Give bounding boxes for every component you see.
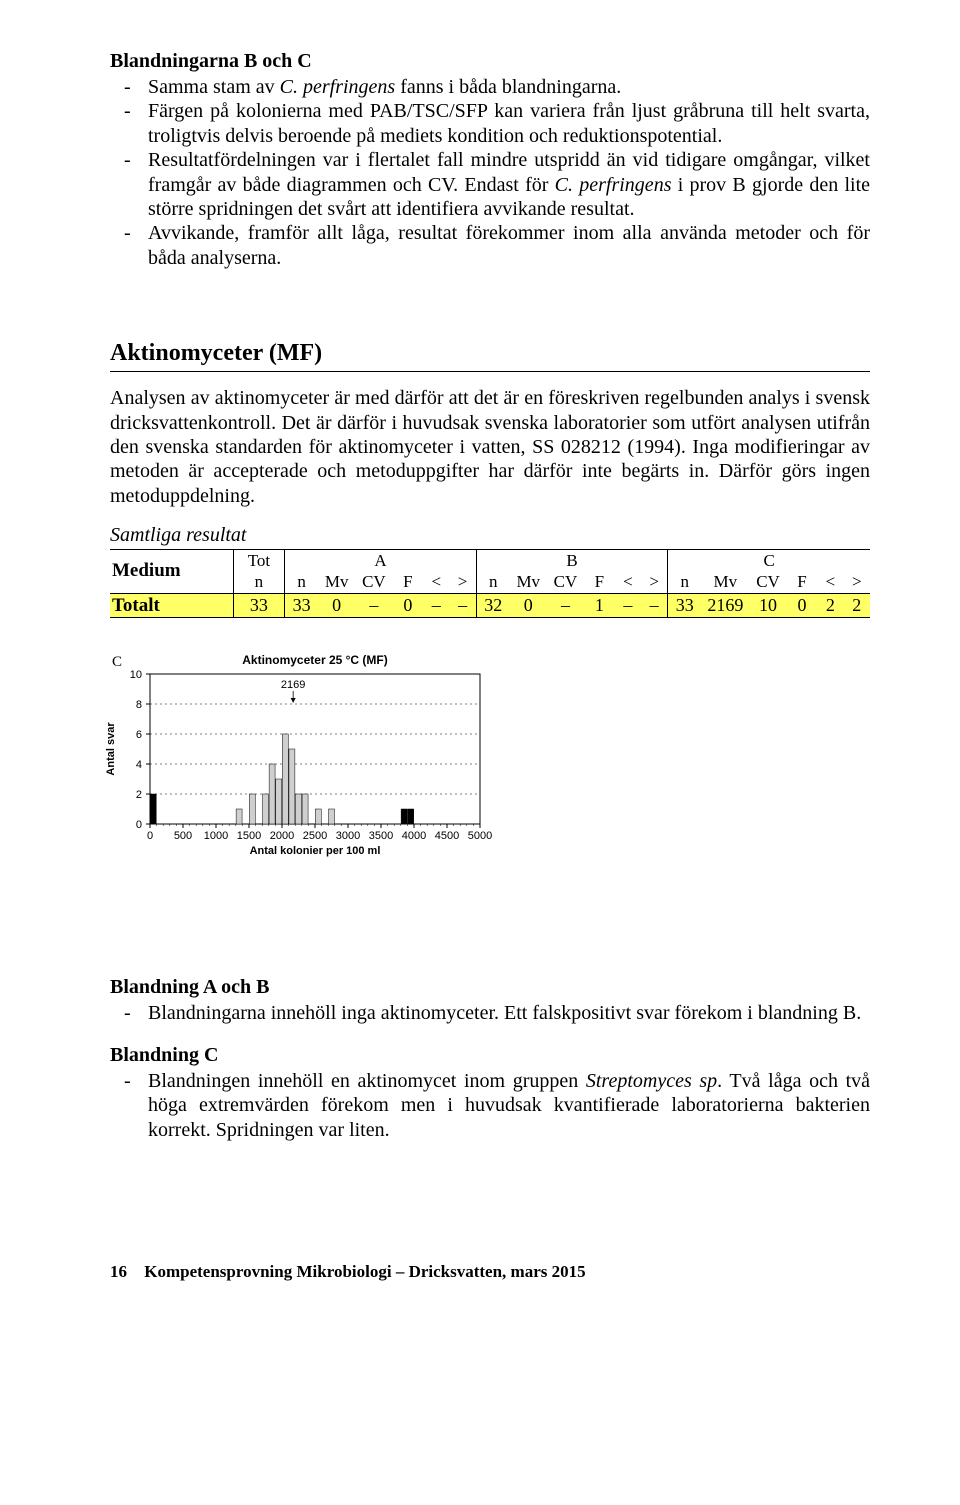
svg-text:0: 0: [136, 819, 142, 831]
cell: 2: [844, 593, 870, 618]
bullet-item: - Samma stam av C. perfringens fanns i b…: [124, 75, 870, 99]
bullet-item: - Blandningarna innehöll inga aktinomyce…: [124, 1001, 870, 1025]
subcol-lt: <: [817, 571, 843, 593]
subcol-cv: CV: [547, 571, 584, 593]
svg-text:C: C: [112, 654, 122, 670]
svg-text:2: 2: [136, 789, 142, 801]
heading-blandningarna-b-c: Blandningarna B och C: [110, 50, 870, 73]
svg-text:3000: 3000: [336, 830, 360, 842]
subcol-n: n: [668, 571, 701, 593]
heading-blandning-a-b: Blandning A och B: [110, 976, 870, 999]
cell: –: [355, 593, 392, 618]
table-row: Totalt 33 33 0 – 0 – – 32 0 – 1 – – 33 2…: [110, 593, 870, 618]
subcol-cv: CV: [355, 571, 392, 593]
svg-text:4000: 4000: [402, 830, 426, 842]
page-footer: 16 Kompetensprovning Mikrobiologi – Dric…: [110, 1262, 870, 1282]
results-table: Medium Tot A B C n n Mv CV F < > n Mv CV…: [110, 549, 870, 618]
footer-text: Kompetensprovning Mikrobiologi – Dricksv…: [144, 1262, 585, 1281]
svg-text:0: 0: [147, 830, 153, 842]
subcol-n: n: [285, 571, 318, 593]
cell: –: [449, 593, 476, 618]
bullet-item: - Avvikande, framför allt låga, resultat…: [124, 221, 870, 270]
heading-blandning-c: Blandning C: [110, 1044, 870, 1067]
svg-text:Aktinomyceter 25 °C (MF): Aktinomyceter 25 °C (MF): [242, 653, 388, 667]
subheading-samtliga: Samtliga resultat: [110, 524, 870, 547]
svg-text:4: 4: [136, 759, 142, 771]
text: Samma stam av: [148, 76, 280, 98]
cell: 2169: [701, 593, 749, 618]
subcol-lt: <: [615, 571, 641, 593]
svg-text:6: 6: [136, 729, 142, 741]
subcol-f: F: [392, 571, 423, 593]
subcol-mv: Mv: [318, 571, 355, 593]
svg-text:5000: 5000: [468, 830, 492, 842]
svg-text:1000: 1000: [204, 830, 228, 842]
cell: 33: [668, 593, 701, 618]
svg-text:Antal svar: Antal svar: [105, 722, 117, 776]
cell: –: [547, 593, 584, 618]
svg-text:1500: 1500: [237, 830, 261, 842]
col-group-a: A: [285, 550, 477, 572]
subcol-lt: <: [423, 571, 449, 593]
col-tot: Tot: [233, 550, 284, 572]
paragraph: Analysen av aktinomyceter är med därför …: [110, 386, 870, 508]
col-group-c: C: [668, 550, 870, 572]
svg-text:2169: 2169: [281, 679, 305, 691]
text: Blandningen innehöll en aktinomycet inom…: [148, 1070, 586, 1092]
cell: 0: [787, 593, 818, 618]
heading-aktinomyceter: Aktinomyceter (MF): [110, 340, 870, 367]
cell: 10: [749, 593, 786, 618]
subcol-f: F: [787, 571, 818, 593]
species-name: C. perfringens: [555, 174, 672, 196]
cell: 33: [285, 593, 318, 618]
bullet-item: - Resultatfördelningen var i flertalet f…: [124, 148, 870, 221]
svg-text:3500: 3500: [369, 830, 393, 842]
species-name: C. perfringens: [280, 76, 396, 98]
cell: 2: [817, 593, 843, 618]
subcol-mv: Mv: [701, 571, 749, 593]
subcol-gt: >: [844, 571, 870, 593]
svg-text:8: 8: [136, 699, 142, 711]
text: Avvikande, framför allt låga, resultat f…: [148, 221, 870, 270]
subcol-mv: Mv: [510, 571, 547, 593]
svg-text:500: 500: [174, 830, 192, 842]
svg-text:2000: 2000: [270, 830, 294, 842]
bullet-item: - Färgen på kolonierna med PAB/TSC/SFP k…: [124, 99, 870, 148]
subcol-cv: CV: [749, 571, 786, 593]
species-name: Streptomyces sp: [586, 1070, 717, 1092]
col-group-b: B: [476, 550, 668, 572]
cell: 33: [233, 593, 284, 618]
text: Färgen på kolonierna med PAB/TSC/SFP kan…: [148, 99, 870, 148]
cell: 0: [318, 593, 355, 618]
col-medium: Medium: [110, 550, 233, 594]
cell: –: [615, 593, 641, 618]
subcol-gt: >: [641, 571, 668, 593]
row-label: Totalt: [110, 593, 233, 618]
page-number: 16: [110, 1262, 140, 1282]
chart-container: 0 2 4 6 8 10 0 500 1000 1500 2000 2500 3000 3500 4000 4…: [90, 646, 870, 876]
cell: –: [641, 593, 668, 618]
cell: –: [423, 593, 449, 618]
histogram-chart: 0 2 4 6 8 10 0 500 1000 1500 2000 2500 3000 3500 4000 4…: [90, 646, 510, 876]
bullet-item: - Blandningen innehöll en aktinomycet in…: [124, 1069, 870, 1142]
cell: 1: [584, 593, 615, 618]
subcol-n: n: [476, 571, 509, 593]
subcol-n: n: [233, 571, 284, 593]
cell: 0: [392, 593, 423, 618]
svg-text:4500: 4500: [435, 830, 459, 842]
svg-text:2500: 2500: [303, 830, 327, 842]
text: Blandningarna innehöll inga aktinomycete…: [148, 1001, 870, 1025]
svg-text:10: 10: [130, 669, 142, 681]
subcol-f: F: [584, 571, 615, 593]
text: fanns i båda blandningarna.: [395, 76, 621, 98]
subcol-gt: >: [449, 571, 476, 593]
divider: [110, 371, 870, 372]
svg-text:Antal kolonier per 100 ml: Antal kolonier per 100 ml: [250, 845, 381, 857]
cell: 0: [510, 593, 547, 618]
cell: 32: [476, 593, 509, 618]
